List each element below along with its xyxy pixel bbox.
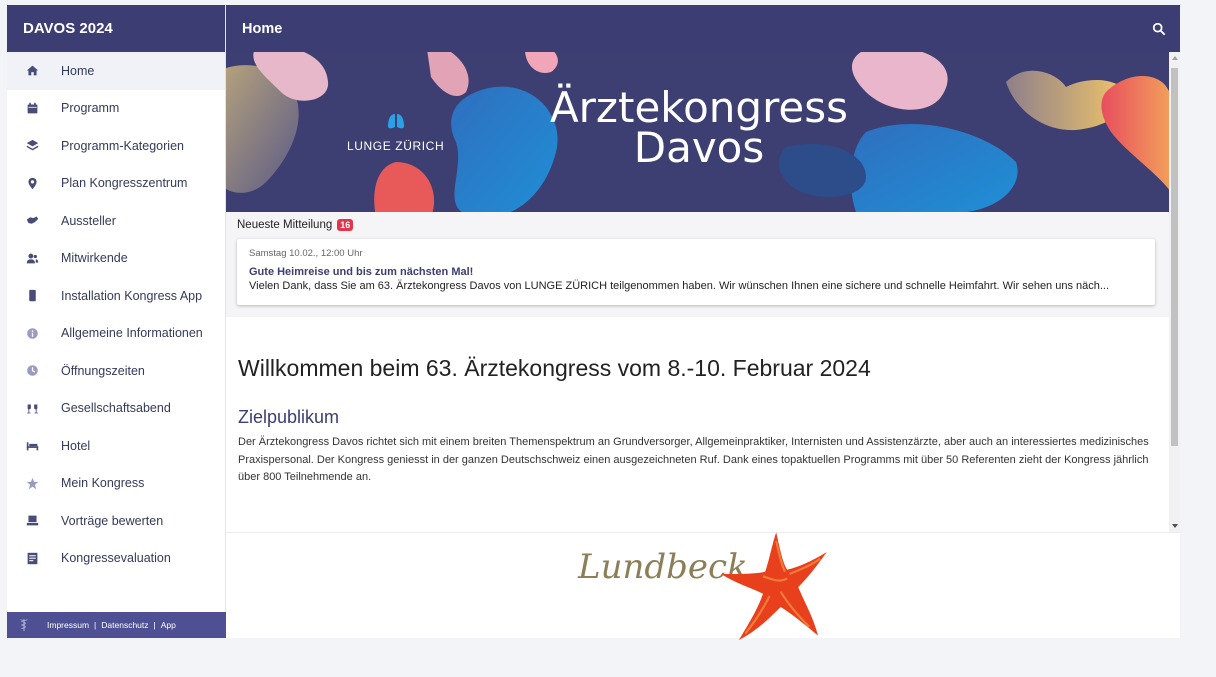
sidebar-item-label: Öffnungszeiten xyxy=(61,363,145,378)
news-date: Samstag 10.02., 12:00 Uhr xyxy=(249,248,363,259)
cheers-icon xyxy=(26,402,39,415)
sidebar-item-label: Kongressevaluation xyxy=(61,551,171,566)
sidebar-item-label: Mein Kongress xyxy=(61,476,145,491)
welcome-section: Willkommen beim 63. Ärztekongress vom 8.… xyxy=(226,317,1169,487)
sidebar-item-label: Mitwirkende xyxy=(61,251,128,266)
target-audience-heading: Zielpublikum xyxy=(238,407,340,427)
app-window: DAVOS 2024 Home Programm Programm-Katego… xyxy=(7,5,1180,640)
sidebar-item-label: Vorträge bewerten xyxy=(61,513,164,528)
top-bar: Home xyxy=(226,5,1180,52)
datenschutz-link[interactable]: Datenschutz xyxy=(101,620,148,630)
sidebar-menu: Home Programm Programm-Kategorien Plan K… xyxy=(7,52,225,577)
sidebar-item-programm[interactable]: Programm xyxy=(7,90,225,128)
sidebar-item-label: Gesellschaftsabend xyxy=(61,401,171,416)
star-icon xyxy=(26,477,39,490)
home-icon xyxy=(26,64,39,77)
caduceus-icon xyxy=(17,618,31,632)
map-pin-icon xyxy=(26,177,39,190)
phone-icon xyxy=(26,289,39,302)
banner-title-line1: Ärztekongress xyxy=(549,83,849,132)
scrollbar-thumb[interactable] xyxy=(1171,68,1178,446)
sidebar-item-vortraege-bewerten[interactable]: Vorträge bewerten xyxy=(7,502,225,540)
sidebar-item-mein-kongress[interactable]: Mein Kongress xyxy=(7,465,225,503)
banner-title-line2: Davos xyxy=(633,123,765,172)
news-card[interactable]: Samstag 10.02., 12:00 Uhr Gute Heimreise… xyxy=(237,239,1155,305)
sidebar-item-programm-kategorien[interactable]: Programm-Kategorien xyxy=(7,127,225,165)
target-audience-text: Der Ärztekongress Davos richtet sich mit… xyxy=(238,436,1149,483)
logo-text: LUNGE ZÜRICH xyxy=(347,139,445,153)
content-scroll-area[interactable]: LUNGE ZÜRICH Ärztekongress Davos Neueste… xyxy=(226,52,1169,532)
layers-icon xyxy=(26,139,39,152)
scroll-down-arrow[interactable] xyxy=(1172,524,1178,528)
sidebar-item-mitwirkende[interactable]: Mitwirkende xyxy=(7,240,225,278)
sidebar-item-home[interactable]: Home xyxy=(7,52,225,90)
sidebar-item-kongressevaluation[interactable]: Kongressevaluation xyxy=(7,540,225,578)
sidebar-item-installation-app[interactable]: Installation Kongress App xyxy=(7,277,225,315)
sidebar-item-plan-kongresszentrum[interactable]: Plan Kongresszentrum xyxy=(7,165,225,203)
news-count-badge: 16 xyxy=(337,219,354,231)
sidebar-item-oeffnungszeiten[interactable]: Öffnungszeiten xyxy=(7,352,225,390)
handshake-icon xyxy=(26,214,39,227)
congress-banner: LUNGE ZÜRICH Ärztekongress Davos xyxy=(226,52,1169,212)
app-link[interactable]: App xyxy=(161,620,176,630)
sidebar-item-label: Aussteller xyxy=(61,213,116,228)
lung-icon xyxy=(387,114,404,129)
bed-icon xyxy=(26,439,39,452)
banner-title: Ärztekongress Davos xyxy=(544,83,854,172)
main-area: Home LUNGE ZÜRICH Ärztekongress Davos Ne… xyxy=(226,5,1180,640)
welcome-heading: Willkommen beim 63. Ärztekongress vom 8.… xyxy=(238,355,871,381)
calendar-icon xyxy=(26,102,39,115)
sidebar-item-label: Programm xyxy=(61,101,120,116)
news-heading-label: Neueste Mitteilung xyxy=(237,219,333,231)
people-icon xyxy=(26,252,39,265)
info-icon xyxy=(26,327,39,340)
news-title: Gute Heimreise und bis zum nächsten Mal! xyxy=(249,266,474,278)
sidebar-footer: Impressum | Datenschutz | App xyxy=(7,612,226,638)
sidebar-item-hotel[interactable]: Hotel xyxy=(7,427,225,465)
clock-icon xyxy=(26,364,39,377)
sidebar-item-label: Programm-Kategorien xyxy=(61,138,184,153)
news-section: Neueste Mitteilung 16 Samstag 10.02., 12… xyxy=(226,212,1169,317)
sidebar-item-gesellschaftsabend[interactable]: Gesellschaftsabend xyxy=(7,390,225,428)
sponsor-banner[interactable]: Lundbeck xyxy=(226,532,1180,640)
survey-icon xyxy=(26,552,39,565)
starfish-logo xyxy=(721,532,827,640)
vertical-scrollbar[interactable] xyxy=(1169,52,1180,532)
page-title: Home xyxy=(242,20,283,37)
sidebar-item-label: Plan Kongresszentrum xyxy=(61,176,188,191)
sidebar-item-allgemeine-informationen[interactable]: Allgemeine Informationen xyxy=(7,315,225,353)
rating-icon xyxy=(26,514,39,527)
sidebar-item-label: Hotel xyxy=(61,438,91,453)
news-text: Vielen Dank, dass Sie am 63. Ärztekongre… xyxy=(249,280,1110,292)
sidebar-item-label: Home xyxy=(61,63,95,78)
footer-separator: | xyxy=(94,620,97,630)
footer-separator: | xyxy=(153,620,156,630)
app-brand[interactable]: DAVOS 2024 xyxy=(7,5,225,52)
sidebar-item-aussteller[interactable]: Aussteller xyxy=(7,202,225,240)
sidebar-item-label: Installation Kongress App xyxy=(61,288,203,303)
search-icon[interactable] xyxy=(1152,22,1166,36)
sidebar: DAVOS 2024 Home Programm Programm-Katego… xyxy=(7,5,226,638)
impressum-link[interactable]: Impressum xyxy=(47,620,89,630)
lunge-zuerich-logo: LUNGE ZÜRICH xyxy=(347,112,444,153)
scroll-up-arrow[interactable] xyxy=(1172,56,1178,60)
sidebar-item-label: Allgemeine Informationen xyxy=(61,326,203,341)
news-heading: Neueste Mitteilung 16 xyxy=(237,217,1158,233)
